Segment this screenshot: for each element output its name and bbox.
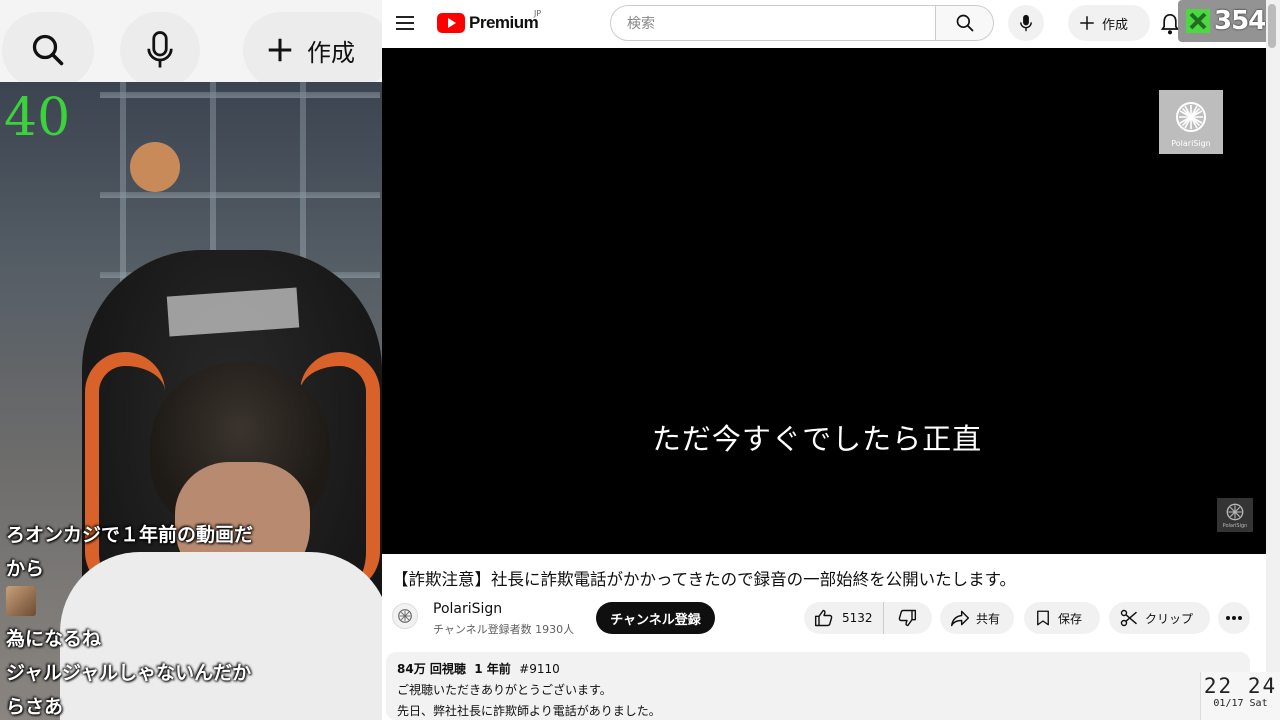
hashtag-link[interactable]: #9110	[519, 662, 560, 676]
more-horizontal-icon	[1226, 616, 1242, 620]
clock-date: 01/17 Sat	[1213, 698, 1268, 709]
thumbs-down-icon	[898, 609, 917, 627]
plus-icon	[1080, 16, 1094, 30]
clip-button[interactable]: クリップ	[1109, 602, 1210, 634]
region-label: JP	[534, 9, 542, 18]
zoomed-search-button[interactable]	[2, 12, 94, 88]
description-meta: 84万 回視聴 1 年前 #9110	[397, 660, 1239, 677]
green-x-icon	[1186, 9, 1210, 33]
description-line: 先日、弊社社長に詐欺師より電話がありました。	[397, 704, 661, 718]
search-input[interactable]: 検索	[610, 5, 936, 41]
stream-counter-overlay: 3545	[1178, 0, 1280, 42]
figure-toy	[130, 142, 180, 192]
share-label: 共有	[976, 611, 1001, 626]
dislike-button[interactable]	[884, 602, 930, 634]
channel-watermark[interactable]: PolariSign	[1159, 90, 1223, 154]
person-shirt	[60, 552, 382, 720]
save-label: 保存	[1058, 611, 1083, 626]
subscribe-button[interactable]: チャンネル登録	[596, 602, 715, 634]
scissors-icon	[1120, 609, 1137, 627]
create-button[interactable]: 作成	[1068, 5, 1150, 41]
zoomed-create-label: 作成	[307, 38, 355, 67]
webcam-panel: 作成 40 ろオンカジで１年前の動画だ から 為になるね ジャルジャルしゃないん…	[0, 0, 382, 720]
upload-age: 1 年前	[474, 662, 511, 676]
channel-subscriber-count: チャンネル登録者数 1930人	[433, 623, 575, 636]
search-icon	[956, 14, 973, 32]
share-button[interactable]: 共有	[940, 602, 1014, 634]
chat-avatar	[6, 586, 36, 616]
taskbar-clock[interactable]: 22 24 01/17 Sat	[1200, 672, 1280, 720]
save-button[interactable]: 保存	[1024, 602, 1100, 634]
mic-icon	[1020, 14, 1032, 32]
brand-label: Premium	[469, 13, 539, 32]
youtube-logo[interactable]: Premium	[437, 13, 539, 33]
channel-avatar[interactable]	[392, 603, 418, 629]
menu-icon[interactable]	[396, 16, 414, 30]
notification-bell-icon[interactable]	[1160, 12, 1180, 36]
mic-icon	[147, 31, 173, 68]
description-line: ご視聴いただきありがとうございます。	[397, 683, 612, 697]
scrollbar-thumb[interactable]	[1268, 4, 1276, 48]
viewer-counter: 40	[4, 88, 71, 148]
like-button[interactable]: 5132	[804, 602, 884, 634]
clip-label: クリップ	[1145, 611, 1194, 626]
watermark-label: PolariSign	[1171, 138, 1211, 148]
video-player[interactable]: PolariSign ただ今すぐでしたら正直 PolariSign	[382, 48, 1266, 554]
screen: 作成 40 ろオンカジで１年前の動画だ から 為になるね ジャルジャルしゃないん…	[0, 0, 1280, 720]
sun-logo-icon	[1226, 503, 1244, 521]
voice-search-button[interactable]	[1008, 5, 1044, 41]
corner-watermark-label: PolariSign	[1222, 523, 1248, 529]
thumbs-up-icon	[814, 609, 833, 627]
chat-line: から	[6, 558, 45, 580]
video-corner-watermark: PolariSign	[1217, 498, 1253, 532]
share-arrow-icon	[950, 610, 970, 627]
chat-line: 為になるね	[6, 628, 102, 650]
search-button[interactable]	[936, 5, 994, 41]
zoomed-toolbar: 作成	[0, 0, 382, 88]
view-count: 84万 回視聴	[397, 662, 466, 676]
zoomed-create-button[interactable]: 作成	[243, 12, 382, 88]
video-title: 【詐欺注意】社長に詐欺電話がかかってきたので録音の一部始終を公開いたします。	[392, 570, 1017, 589]
chat-line: ジャルジャルしゃないんだか	[6, 662, 252, 684]
sun-logo-icon	[398, 609, 412, 623]
clock-time: 22 24	[1203, 674, 1278, 698]
channel-name[interactable]: PolariSign	[433, 601, 502, 617]
video-subtitle: ただ今すぐでしたら正直	[651, 422, 983, 456]
youtube-play-icon	[437, 13, 465, 33]
search-icon	[32, 34, 64, 66]
more-actions-button[interactable]	[1218, 602, 1250, 634]
scrollbar-track	[1266, 48, 1280, 720]
zoomed-mic-button[interactable]	[120, 12, 200, 88]
bookmark-icon	[1037, 610, 1049, 626]
like-dislike-group: 5132	[804, 602, 932, 634]
description-box[interactable]: 84万 回視聴 1 年前 #9110 ご視聴いただきありがとうございます。 先日…	[386, 652, 1250, 720]
search-placeholder: 検索	[627, 16, 655, 32]
plus-icon	[268, 38, 292, 62]
sun-logo-icon	[1176, 101, 1206, 132]
youtube-header: Premium JP 検索 作成 3545	[382, 0, 1280, 48]
chat-line: らさあ	[6, 696, 64, 718]
like-count: 5132	[842, 611, 873, 625]
create-label: 作成	[1102, 17, 1129, 33]
chat-line: ろオンカジで１年前の動画だ	[6, 524, 254, 546]
